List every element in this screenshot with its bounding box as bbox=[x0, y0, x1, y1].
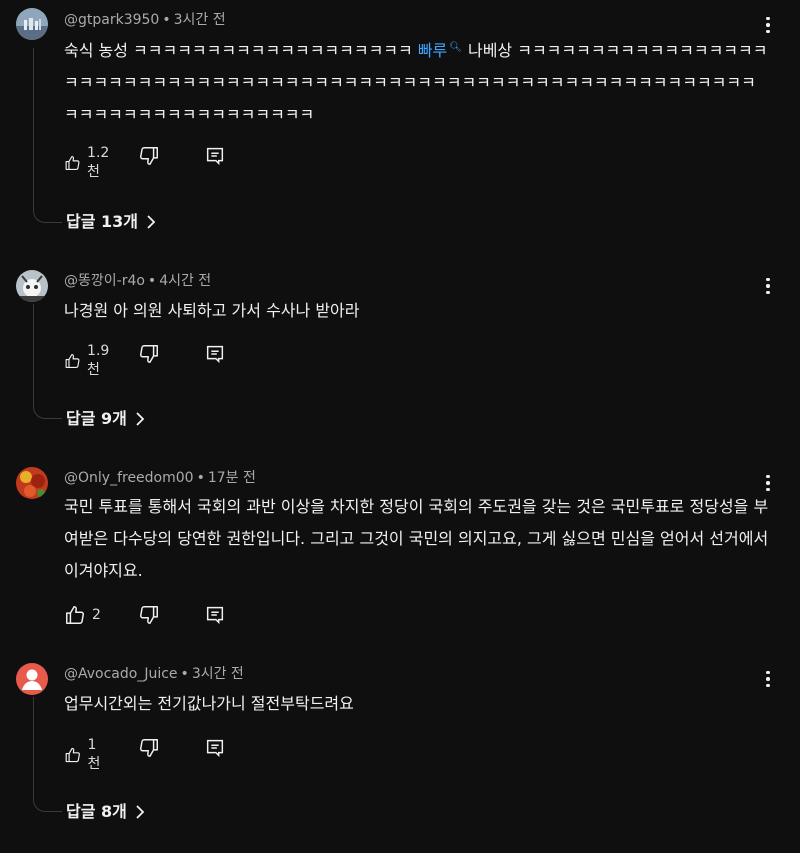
like-count: 1.2천 bbox=[87, 145, 110, 180]
dislike-button[interactable] bbox=[138, 604, 160, 626]
dislike-button[interactable] bbox=[138, 145, 160, 167]
avatar[interactable] bbox=[16, 8, 48, 40]
comment-text: 나경원 아 의원 사퇴하고 가서 수사나 받아라 bbox=[64, 301, 360, 320]
thumb-down-icon bbox=[140, 739, 158, 757]
author-name[interactable]: @똥깡이-r4o bbox=[64, 273, 145, 289]
like-count: 1.9천 bbox=[87, 343, 110, 378]
search-icon: 🔍︎ bbox=[449, 42, 462, 53]
hashtag-link[interactable]: 빠루 bbox=[418, 41, 447, 60]
comment-time[interactable]: 3시간 전 bbox=[192, 666, 244, 682]
thread-line bbox=[33, 304, 62, 419]
comment-text: 업무시간외는 전기값나가니 절전부탁드려요 bbox=[64, 694, 354, 713]
thread-line bbox=[33, 697, 62, 812]
comment-text-part: 숙식 농성 ㅋㅋㅋㅋㅋㅋㅋㅋㅋㅋㅋㅋㅋㅋㅋㅋㅋㅋㅋ bbox=[64, 41, 418, 60]
reply-button[interactable] bbox=[204, 145, 226, 167]
avatar[interactable] bbox=[16, 270, 48, 302]
chevron-right-icon bbox=[146, 215, 156, 229]
replies-toggle[interactable]: 답글 13개 bbox=[66, 211, 156, 233]
avatar[interactable] bbox=[16, 663, 48, 695]
avatar[interactable] bbox=[16, 467, 48, 499]
comment-header: @Avocado_Juice • 3시간 전 bbox=[64, 666, 244, 682]
comment-time[interactable]: 3시간 전 bbox=[174, 12, 226, 28]
comment-text: 국민 투표를 통해서 국회의 과반 이상을 차지한 정당이 국회의 주도권을 갖… bbox=[64, 497, 769, 580]
like-button[interactable]: 1.2천 bbox=[64, 145, 114, 181]
reply-button[interactable] bbox=[204, 604, 226, 626]
chevron-right-icon bbox=[135, 805, 145, 819]
dislike-button[interactable] bbox=[138, 343, 160, 365]
thumb-down-icon bbox=[140, 345, 158, 363]
replies-toggle[interactable]: 답글 9개 bbox=[66, 408, 145, 430]
thumb-up-icon bbox=[65, 354, 80, 368]
replies-toggle[interactable]: 답글 8개 bbox=[66, 801, 145, 823]
comment-text: 숙식 농성 ㅋㅋㅋㅋㅋㅋㅋㅋㅋㅋㅋㅋㅋㅋㅋㅋㅋㅋㅋ 빠루 🔍︎ 나베상 ㅋㅋㅋㅋㅋㅋ… bbox=[64, 32, 769, 131]
reply-icon bbox=[206, 739, 224, 758]
thumb-up-icon bbox=[65, 156, 80, 170]
thread-line bbox=[33, 48, 62, 223]
chevron-right-icon bbox=[135, 412, 145, 426]
author-name[interactable]: @Only_freedom00 bbox=[64, 470, 194, 486]
reply-button[interactable] bbox=[204, 737, 226, 759]
comment-header: @Only_freedom00 • 17분 전 bbox=[64, 470, 256, 486]
like-button[interactable]: 1.9천 bbox=[64, 343, 114, 379]
reply-icon bbox=[206, 345, 224, 364]
comment-time[interactable]: 17분 전 bbox=[208, 470, 256, 486]
reply-button[interactable] bbox=[204, 343, 226, 365]
comment-time[interactable]: 4시간 전 bbox=[159, 273, 211, 289]
comment-header: @gtpark3950 • 3시간 전 bbox=[64, 12, 226, 28]
like-button[interactable]: 1천 bbox=[64, 737, 105, 773]
replies-label: 답글 13개 bbox=[66, 212, 138, 231]
like-count: 1천 bbox=[87, 737, 101, 772]
reply-icon bbox=[206, 606, 224, 625]
author-name[interactable]: @Avocado_Juice bbox=[64, 666, 178, 682]
thumb-down-icon bbox=[140, 147, 158, 165]
reply-icon bbox=[206, 147, 224, 166]
thumb-up-icon bbox=[65, 747, 80, 763]
dislike-button[interactable] bbox=[138, 737, 160, 759]
comment-header: @똥깡이-r4o • 4시간 전 bbox=[64, 273, 212, 289]
thumb-down-icon bbox=[140, 606, 158, 624]
like-count: 2 bbox=[92, 607, 101, 623]
replies-label: 답글 9개 bbox=[66, 409, 127, 428]
like-button[interactable]: 2 bbox=[64, 604, 101, 626]
author-name[interactable]: @gtpark3950 bbox=[64, 12, 159, 28]
thumb-up-icon bbox=[66, 606, 84, 624]
replies-label: 답글 8개 bbox=[66, 802, 127, 821]
